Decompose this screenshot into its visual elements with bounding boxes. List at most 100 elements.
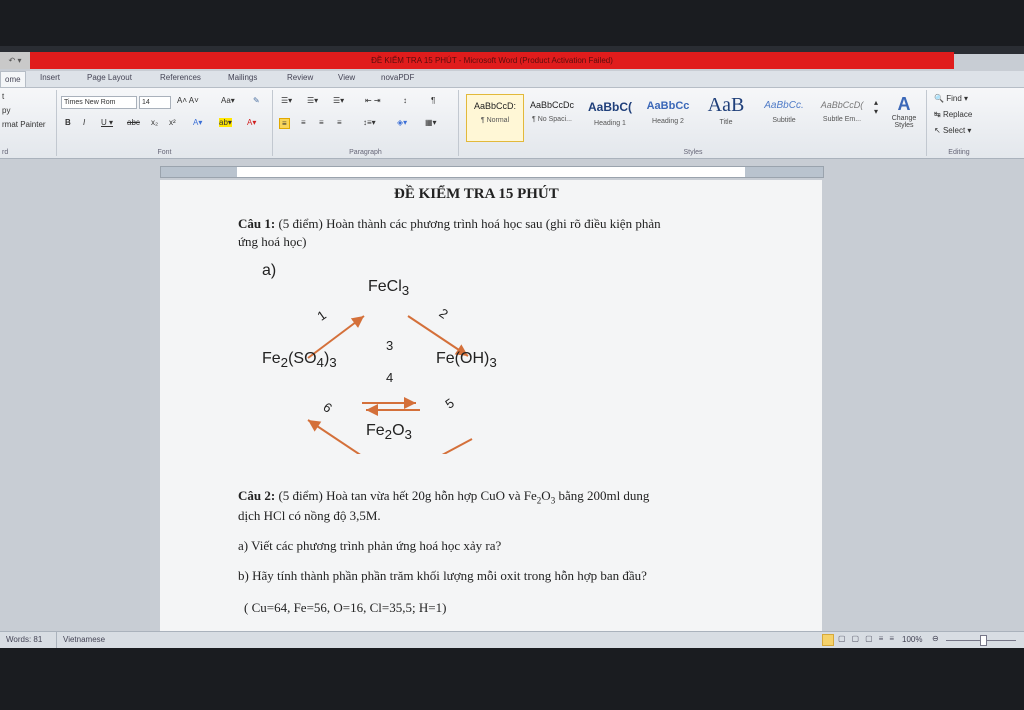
change-case-button[interactable]: Aa▾ [221, 96, 235, 105]
question-2a: a) Viết các phương trình phản ứng hoá họ… [238, 538, 502, 553]
paragraph-group: ☰▾ ☰▾ ☰▾ ⇤ ⇥ ↕ ¶ ≡ ≡ ≡ ≡ ↕≡▾ ◈▾ ▦▾ Parag… [273, 90, 459, 156]
fecl3-subscript: 3 [401, 283, 410, 299]
tab-view[interactable]: View [338, 73, 355, 82]
question-1-text: (5 điểm) Hoàn thành các phương trình hoá… [278, 216, 661, 231]
tab-home[interactable]: ome [0, 71, 26, 87]
tab-novapdf[interactable]: novaPDF [381, 73, 414, 82]
justify-icon[interactable]: ≡ [337, 118, 342, 127]
fe2so43-sub-3: 3 [329, 355, 337, 371]
style-sample: AaBbCcD( [820, 100, 864, 110]
replace-button[interactable]: ↹ Replace [934, 110, 972, 119]
style-no-spacing[interactable]: AaBbCcDc ¶ No Spaci... [524, 94, 580, 140]
style-sample: AaBbCc. [764, 100, 804, 111]
cursor-icon: ↖ [934, 126, 941, 135]
compound-fecl3: FeCl3 [368, 278, 409, 298]
find-label: Find [946, 94, 962, 103]
tab-references[interactable]: References [160, 73, 201, 82]
select-button[interactable]: ↖ Select ▾ [934, 126, 971, 135]
strikethrough-button[interactable]: abc [127, 118, 140, 127]
font-label: Font [157, 149, 172, 156]
question-2-line-1: Câu 2: (5 điểm) Hoà tan vừa hết 20g hỗn … [238, 488, 649, 506]
style-name: Subtle Em... [822, 116, 862, 123]
fe2so43-text-2: (SO [288, 350, 317, 367]
shading-icon[interactable]: ◈▾ [397, 118, 407, 127]
sort-icon[interactable]: ↕ [403, 96, 407, 105]
atomic-masses: ( Cu=64, Fe=56, O=16, Cl=35,5; H=1) [244, 600, 447, 615]
word-window: ↶ ▾ ĐỀ KIỂM TRA 15 PHÚT - Microsoft Word… [0, 46, 1024, 648]
clipboard-label: rd [2, 149, 9, 156]
tab-mailings[interactable]: Mailings [228, 73, 257, 82]
styles-label: Styles [683, 149, 703, 156]
arrow-label-3: 3 [386, 338, 394, 353]
arrow-label-4: 4 [386, 370, 394, 385]
clear-format-icon[interactable]: ✎ [253, 96, 260, 105]
font-color-icon[interactable]: A▾ [247, 118, 256, 127]
align-center-icon[interactable]: ≡ [301, 118, 306, 127]
font-size-box[interactable]: 14 [139, 96, 171, 109]
zoom-slider-thumb[interactable] [980, 635, 987, 646]
align-right-icon[interactable]: ≡ [319, 118, 324, 127]
change-styles-label: Change Styles [891, 115, 917, 129]
bullets-icon[interactable]: ☰▾ [281, 96, 292, 105]
style-heading-1[interactable]: AaBbC( Heading 1 [582, 94, 638, 140]
style-title[interactable]: AaB Title [698, 94, 754, 140]
grow-font-button[interactable]: A˄ A˅ [177, 96, 199, 105]
zoom-level[interactable]: 100% [902, 635, 922, 644]
indent-icon[interactable]: ⇤ ⇥ [365, 96, 381, 105]
reaction-diagram: a) FeCl3 Fe2(SO4)3 Fe(OH)3 Fe2O3 1 2 3 4… [250, 262, 520, 470]
copy-button[interactable]: py [2, 106, 10, 115]
question-2-text-a: (5 điểm) Hoà tan vừa hết 20g hỗn hợp CuO… [278, 488, 537, 503]
line-spacing-icon[interactable]: ↕≡▾ [363, 118, 376, 127]
status-divider [56, 632, 57, 648]
feoh3-text: Fe(OH) [436, 350, 490, 367]
styles-group: AaBbCcD: ¶ Normal AaBbCcDc ¶ No Spaci...… [460, 90, 927, 156]
borders-icon[interactable]: ▦▾ [425, 118, 437, 127]
fe2so43-sub-1: 2 [280, 355, 289, 371]
styles-scroll-icon[interactable]: ▴ ▾ [874, 98, 878, 116]
style-name: Subtitle [772, 117, 796, 124]
underline-button[interactable]: U ▾ [101, 118, 113, 127]
bold-button[interactable]: B [65, 118, 71, 127]
change-styles-button[interactable]: A Change Styles [886, 94, 922, 129]
question-2-label: Câu 2: [238, 488, 276, 503]
print-layout-view-icon[interactable] [822, 634, 834, 646]
fe2so43-text: Fe [262, 350, 281, 367]
language-indicator[interactable]: Vietnamese [63, 635, 105, 644]
numbering-icon[interactable]: ☰▾ [307, 96, 318, 105]
text-effects-icon[interactable]: A▾ [193, 118, 202, 127]
superscript-button[interactable]: x² [169, 118, 176, 127]
document-page[interactable]: ĐỀ KIỂM TRA 15 PHÚT Câu 1: (5 điểm) Hoàn… [160, 180, 822, 632]
style-subtle-emphasis[interactable]: AaBbCcD( Subtle Em... [814, 94, 870, 140]
find-button[interactable]: 🔍 Find ▾ [934, 94, 968, 103]
cut-button[interactable]: t [2, 92, 4, 101]
word-count[interactable]: Words: 81 [6, 635, 42, 644]
style-sample: AaB [707, 94, 745, 116]
question-2-text-b: O [541, 488, 551, 503]
horizontal-ruler[interactable] [160, 166, 824, 178]
style-subtitle[interactable]: AaBbCc. Subtitle [756, 94, 812, 140]
style-name: Heading 2 [652, 118, 684, 125]
subscript-button[interactable]: x₂ [151, 118, 158, 127]
question-1-label: Câu 1: [238, 216, 276, 231]
quick-access-toolbar[interactable]: ↶ ▾ [0, 52, 30, 69]
style-normal[interactable]: AaBbCcD: ¶ Normal [466, 94, 524, 142]
tab-page-layout[interactable]: Page Layout [87, 73, 132, 82]
align-left-icon[interactable]: ≡ [279, 118, 290, 129]
style-name: ¶ No Spaci... [532, 116, 572, 123]
zoom-out-icon[interactable]: ⊖ [932, 634, 939, 643]
format-painter-button[interactable]: rmat Painter [2, 120, 46, 129]
font-name-box[interactable]: Times New Rom [61, 96, 137, 109]
tab-review[interactable]: Review [287, 73, 313, 82]
style-heading-2[interactable]: AaBbCc Heading 2 [640, 94, 696, 140]
highlight-icon[interactable]: ab▾ [219, 118, 232, 127]
ribbon: t py rmat Painter rd Times New Rom 14 A˄… [0, 88, 1024, 159]
fe2o3-sub-2: 3 [404, 427, 412, 443]
tab-insert[interactable]: Insert [40, 73, 60, 82]
multilevel-list-icon[interactable]: ☰▾ [333, 96, 344, 105]
view-buttons-icon[interactable]: ▢▢▢≡≡ [838, 634, 900, 643]
italic-button[interactable]: I [83, 118, 85, 127]
question-2b: b) Hãy tính thành phần phần trăm khối lư… [238, 568, 647, 583]
show-marks-icon[interactable]: ¶ [431, 96, 435, 105]
question-2-text-c: bằng 200ml dung [558, 488, 650, 503]
question-1-line-2: ứng hoá học) [238, 234, 307, 249]
